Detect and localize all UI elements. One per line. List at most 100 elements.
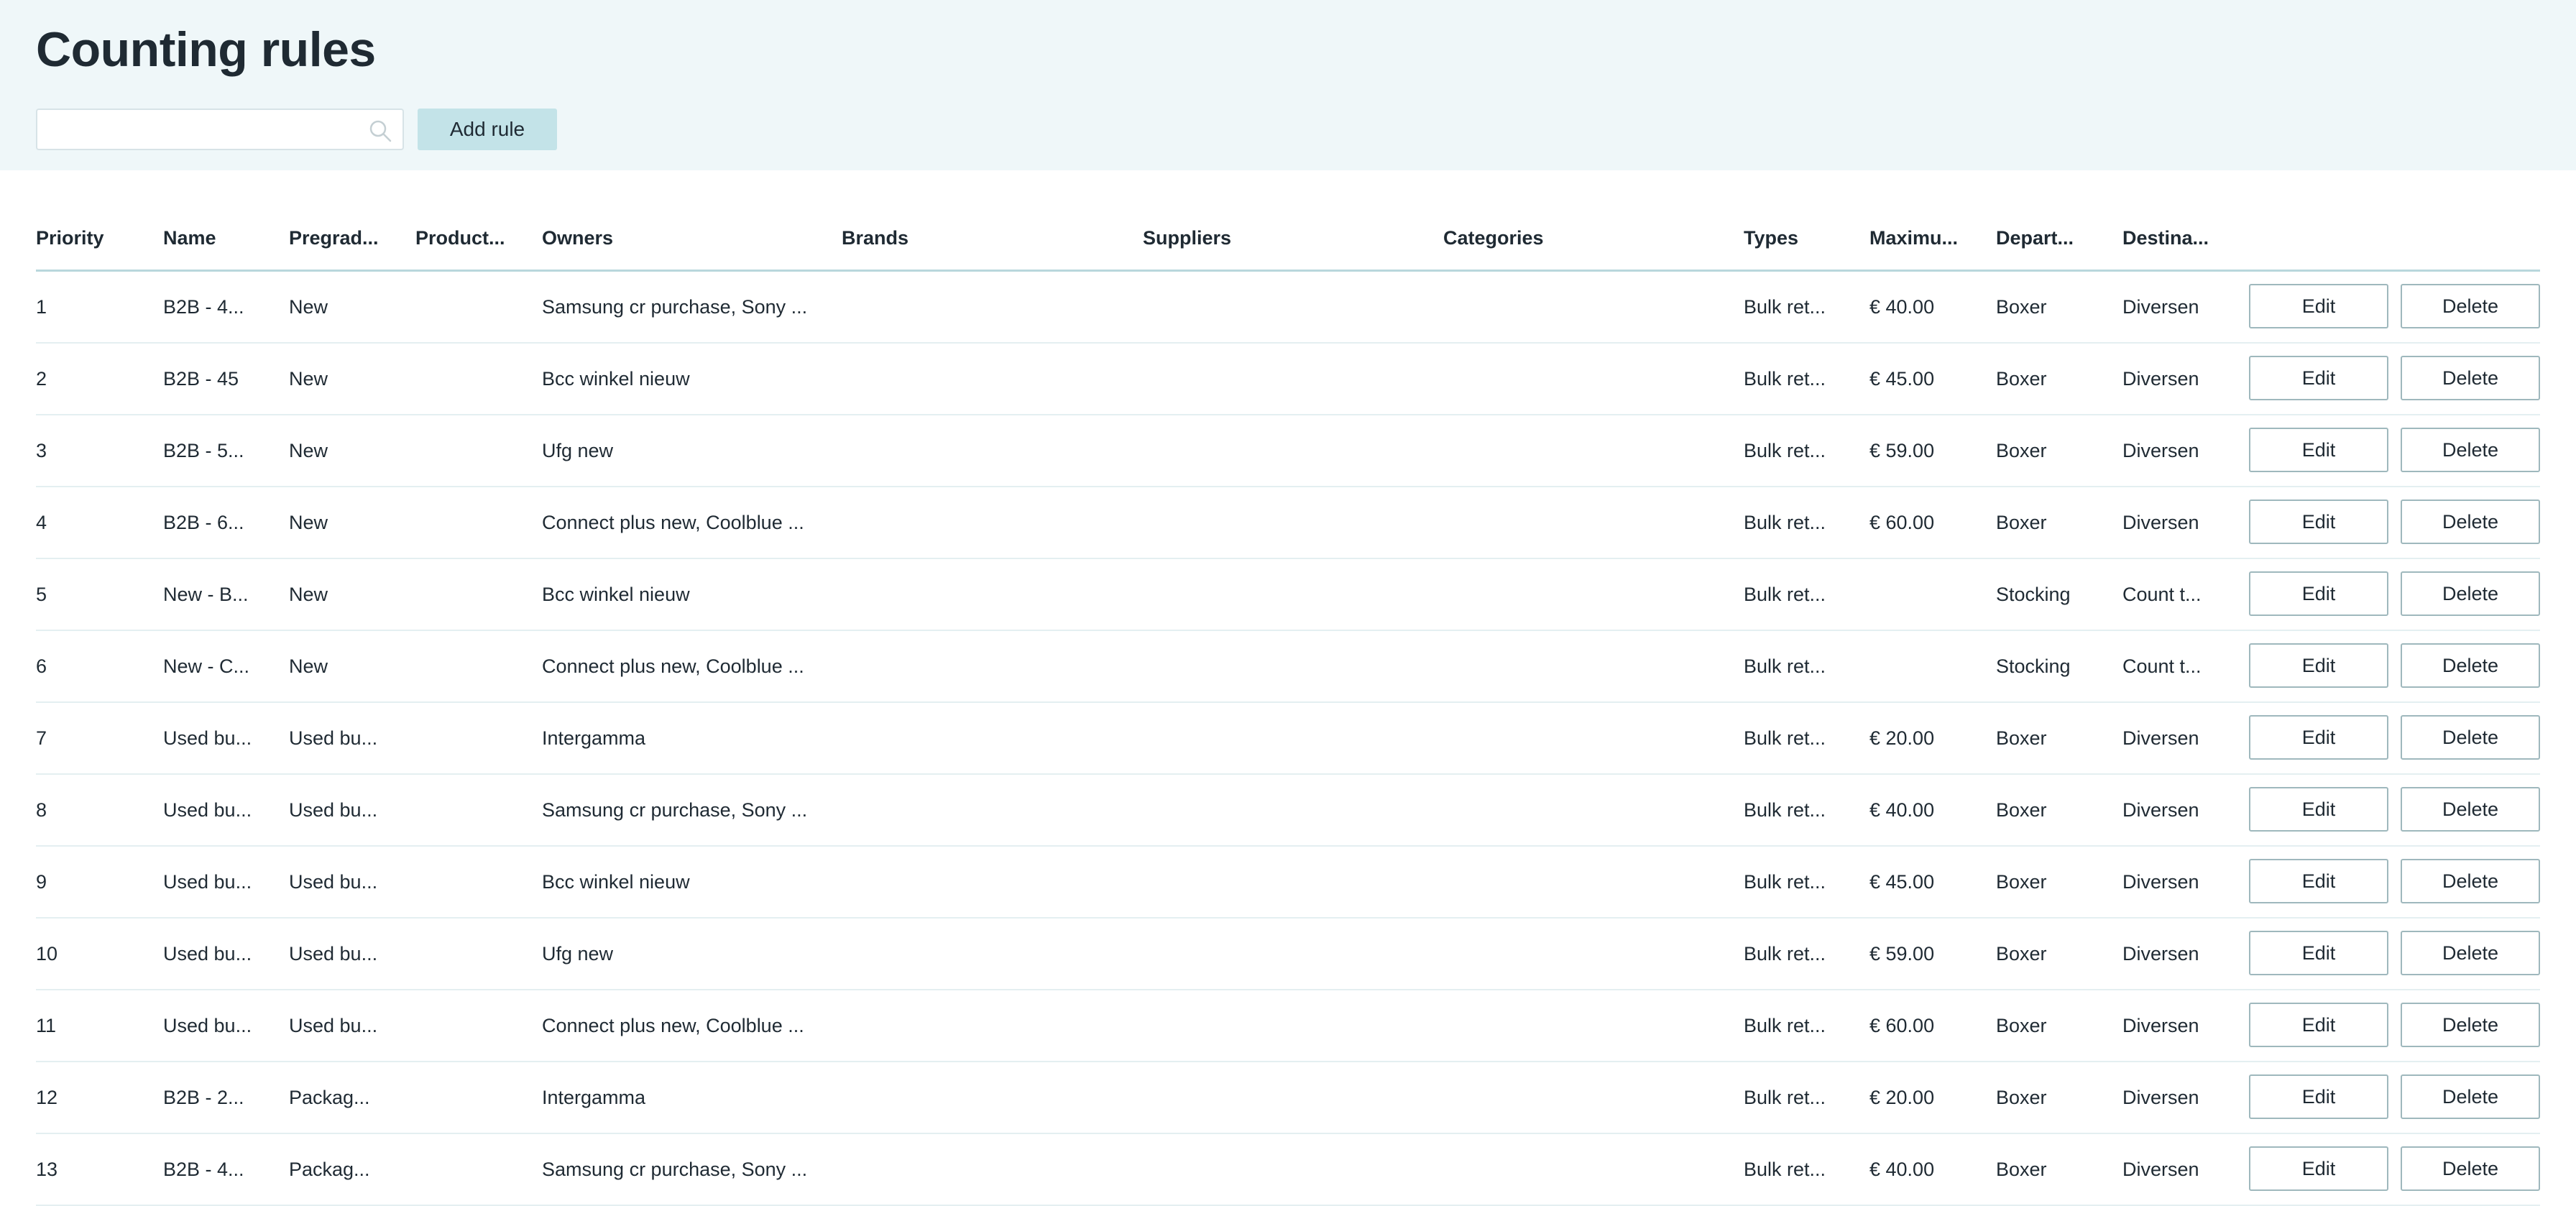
delete-button[interactable]: Delete [2401, 1003, 2540, 1047]
cell-name: Used bu... [163, 1015, 252, 1036]
cell-owners: Bcc winkel nieuw [542, 871, 690, 893]
column-header-types[interactable]: Types [1744, 227, 1798, 249]
cell-department: Stocking [1996, 584, 2071, 605]
cell-pregrading: Used bu... [289, 871, 378, 893]
cell-types: Bulk ret... [1744, 512, 1826, 533]
edit-button[interactable]: Edit [2249, 715, 2388, 760]
column-header-owners[interactable]: Owners [542, 227, 613, 249]
column-header-maximum[interactable]: Maximu... [1869, 227, 1958, 249]
table-row: 11 Used bu... Used bu... Connect plus new, … [36, 990, 2540, 1062]
edit-button[interactable]: Edit [2249, 787, 2388, 832]
cell-pregrading: New [289, 512, 328, 533]
cell-priority: 10 [36, 943, 58, 965]
cell-priority: 1 [36, 296, 47, 318]
edit-button[interactable]: Edit [2249, 643, 2388, 688]
cell-maximum: € 59.00 [1869, 943, 1935, 965]
cell-maximum: € 60.00 [1869, 1015, 1935, 1036]
cell-owners: Connect plus new, Coolblue ... [542, 1015, 804, 1036]
cell-pregrading: Used bu... [289, 799, 378, 821]
cell-name: B2B - 45 [163, 368, 239, 390]
cell-department: Boxer [1996, 440, 2047, 461]
cell-maximum: € 40.00 [1869, 296, 1935, 318]
delete-button[interactable]: Delete [2401, 787, 2540, 832]
edit-button[interactable]: Edit [2249, 428, 2388, 472]
column-header-suppliers[interactable]: Suppliers [1143, 227, 1231, 249]
delete-button[interactable]: Delete [2401, 643, 2540, 688]
delete-button[interactable]: Delete [2401, 1074, 2540, 1119]
delete-button[interactable]: Delete [2401, 428, 2540, 472]
cell-name: Used bu... [163, 871, 252, 893]
search-input[interactable] [45, 114, 364, 146]
table-row: 10 Used bu... Used bu... Ufg new Bulk ret...… [36, 919, 2540, 990]
column-header-department[interactable]: Depart... [1996, 227, 2074, 249]
delete-button[interactable]: Delete [2401, 356, 2540, 400]
column-header-categories[interactable]: Categories [1443, 227, 1544, 249]
table-row: 12 B2B - 2... Packag... Intergamma Bulk ret.… [36, 1062, 2540, 1134]
cell-pregrading: Packag... [289, 1087, 370, 1108]
cell-name: B2B - 5... [163, 440, 244, 461]
cell-priority: 7 [36, 727, 47, 749]
cell-department: Boxer [1996, 1015, 2047, 1036]
cell-owners: Intergamma [542, 1087, 646, 1108]
column-header-priority[interactable]: Priority [36, 227, 104, 249]
table-row: 3 B2B - 5... New Ufg new Bulk ret... € 59.00 B… [36, 415, 2540, 487]
cell-name: B2B - 4... [163, 296, 244, 318]
cell-pregrading: Used bu... [289, 1015, 378, 1036]
delete-button[interactable]: Delete [2401, 500, 2540, 544]
delete-button[interactable]: Delete [2401, 284, 2540, 328]
cell-destination: Diversen [2122, 799, 2199, 821]
edit-button[interactable]: Edit [2249, 1003, 2388, 1047]
edit-button[interactable]: Edit [2249, 1146, 2388, 1191]
edit-button[interactable]: Edit [2249, 500, 2388, 544]
cell-destination: Diversen [2122, 368, 2199, 390]
delete-button[interactable]: Delete [2401, 571, 2540, 616]
cell-maximum: € 60.00 [1869, 512, 1935, 533]
edit-button[interactable]: Edit [2249, 571, 2388, 616]
cell-pregrading: Packag... [289, 1159, 370, 1180]
cell-owners: Ufg new [542, 440, 614, 461]
cell-destination: Diversen [2122, 871, 2199, 893]
cell-pregrading: New [289, 584, 328, 605]
cell-owners: Samsung cr purchase, Sony ... [542, 296, 808, 318]
cell-owners: Intergamma [542, 727, 646, 749]
edit-button[interactable]: Edit [2249, 356, 2388, 400]
cell-pregrading: New [289, 368, 328, 390]
cell-types: Bulk ret... [1744, 799, 1826, 821]
delete-button[interactable]: Delete [2401, 931, 2540, 975]
delete-button[interactable]: Delete [2401, 859, 2540, 903]
column-header-brands[interactable]: Brands [842, 227, 908, 249]
delete-button[interactable]: Delete [2401, 1146, 2540, 1191]
edit-button[interactable]: Edit [2249, 859, 2388, 903]
table-row: 5 New - B... New Bcc winkel nieuw Bulk ret..… [36, 559, 2540, 631]
column-header-product[interactable]: Product... [415, 227, 505, 249]
page-header: Counting rules Add rule [0, 0, 2576, 170]
cell-owners: Bcc winkel nieuw [542, 584, 690, 605]
edit-button[interactable]: Edit [2249, 931, 2388, 975]
column-header-name[interactable]: Name [163, 227, 216, 249]
cell-name: New - C... [163, 655, 250, 677]
table-row: 13 B2B - 4... Packag... Samsung cr purchase… [36, 1134, 2540, 1206]
cell-destination: Diversen [2122, 296, 2199, 318]
cell-name: Used bu... [163, 799, 252, 821]
column-header-pregrading[interactable]: Pregrad... [289, 227, 379, 249]
cell-types: Bulk ret... [1744, 871, 1826, 893]
cell-maximum: € 20.00 [1869, 1087, 1935, 1108]
cell-types: Bulk ret... [1744, 440, 1826, 461]
edit-button[interactable]: Edit [2249, 1074, 2388, 1119]
cell-destination: Diversen [2122, 727, 2199, 749]
search-field[interactable] [36, 109, 404, 150]
page-title: Counting rules [36, 22, 376, 77]
cell-destination: Diversen [2122, 440, 2199, 461]
edit-button[interactable]: Edit [2249, 284, 2388, 328]
cell-owners: Ufg new [542, 943, 614, 965]
search-icon [369, 120, 392, 142]
cell-name: B2B - 4... [163, 1159, 244, 1180]
cell-types: Bulk ret... [1744, 655, 1826, 677]
cell-pregrading: New [289, 655, 328, 677]
cell-name: New - B... [163, 584, 249, 605]
column-header-destination[interactable]: Destina... [2122, 227, 2209, 249]
table-row: 1 B2B - 4... New Samsung cr purchase, Sony … [36, 272, 2540, 344]
delete-button[interactable]: Delete [2401, 715, 2540, 760]
cell-department: Stocking [1996, 655, 2071, 677]
add-rule-button[interactable]: Add rule [418, 109, 557, 150]
